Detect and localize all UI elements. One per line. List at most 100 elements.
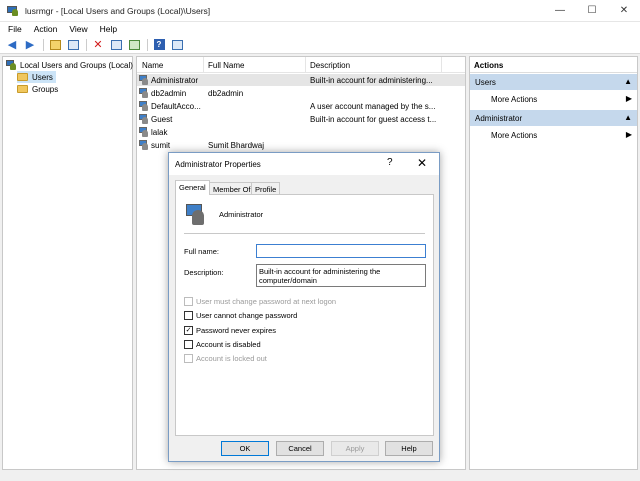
tree-root[interactable]: Local Users and Groups (Local): [6, 59, 133, 71]
toolbar-divider: [43, 38, 44, 51]
menu-view[interactable]: View: [63, 24, 93, 34]
more-actions-users-label: More Actions: [491, 95, 538, 104]
divider: [184, 233, 425, 234]
collapse-icon[interactable]: ▲: [624, 77, 632, 86]
tab-member-of[interactable]: Member Of: [209, 182, 255, 194]
show-hide-tree-icon[interactable]: [65, 38, 81, 52]
delete-icon[interactable]: ✕: [90, 38, 106, 52]
more-actions-users[interactable]: More Actions ▶: [470, 91, 637, 107]
checkbox-box: [184, 339, 193, 349]
checkbox-box: [184, 310, 193, 320]
checkbox-label: User cannot change password: [196, 310, 298, 320]
column-header-description[interactable]: Description: [310, 61, 350, 70]
checkbox-box: [184, 296, 193, 306]
actions-section-administrator-label: Administrator: [475, 114, 523, 123]
user-icon: [139, 75, 149, 85]
actions-section-administrator[interactable]: Administrator ▲: [470, 110, 637, 126]
account-disabled-checkbox[interactable]: Account is disabled: [184, 339, 261, 349]
row-name: Guest: [151, 115, 173, 124]
properties-icon[interactable]: [108, 38, 124, 52]
menu-bar: File Action View Help: [0, 22, 640, 36]
table-row[interactable]: sumit Sumit Bhardwaj: [137, 139, 465, 151]
tab-profile[interactable]: Profile: [251, 182, 281, 194]
submenu-arrow-icon: ▶: [625, 130, 632, 139]
column-divider[interactable]: [305, 57, 306, 73]
users-groups-icon: [6, 60, 17, 70]
cannot-change-password-checkbox[interactable]: User cannot change password: [184, 310, 297, 320]
collapse-icon[interactable]: ▲: [624, 113, 632, 122]
checkbox-label: Account is locked out: [196, 353, 267, 363]
title-bar: lusrmgr - [Local Users and Groups (Local…: [0, 0, 640, 22]
ok-button[interactable]: OK: [221, 441, 269, 456]
row-description: Built-in account for guest access t...: [310, 115, 437, 124]
tree-item-users-label: Users: [32, 72, 53, 82]
column-divider[interactable]: [203, 57, 204, 73]
general-tab-panel: Administrator Full name: Description: Bu…: [175, 194, 434, 436]
password-never-expires-checkbox[interactable]: ✓ Password never expires: [184, 325, 276, 335]
user-icon: [139, 140, 149, 150]
menu-help[interactable]: Help: [94, 24, 123, 34]
window-title: lusrmgr - [Local Users and Groups (Local…: [25, 5, 211, 16]
tree-item-users[interactable]: Users: [17, 71, 56, 83]
user-icon: [139, 88, 149, 98]
full-name-label: Full name:: [184, 247, 220, 256]
show-action-pane-icon[interactable]: [169, 38, 185, 52]
column-header-full-name[interactable]: Full Name: [208, 61, 244, 70]
up-folder-icon[interactable]: [47, 38, 63, 52]
menu-file[interactable]: File: [0, 24, 28, 34]
checkbox-label: Password never expires: [196, 325, 277, 335]
tree-root-label: Local Users and Groups (Local): [20, 60, 133, 70]
folder-icon: [17, 73, 28, 81]
tab-general[interactable]: General: [175, 180, 210, 195]
must-change-password-checkbox[interactable]: User must change password at next logon: [184, 296, 336, 306]
column-header-name[interactable]: Name: [142, 61, 163, 70]
tree-item-groups[interactable]: Groups: [17, 83, 58, 95]
table-row[interactable]: DefaultAcco... A user account managed by…: [137, 100, 465, 112]
back-icon[interactable]: ◀: [4, 38, 20, 52]
table-row[interactable]: Guest Built-in account for guest access …: [137, 113, 465, 125]
row-name: DefaultAcco...: [151, 102, 201, 111]
dialog-help-button[interactable]: ?: [387, 157, 393, 168]
actions-pane: Actions Users ▲ More Actions ▶ Administr…: [469, 56, 638, 470]
more-actions-administrator-label: More Actions: [491, 131, 538, 140]
help-button[interactable]: Help: [385, 441, 433, 456]
checkbox-label: Account is disabled: [196, 339, 261, 349]
table-row[interactable]: db2admin db2admin: [137, 87, 465, 99]
row-name: lalak: [151, 128, 168, 137]
row-description: A user account managed by the s...: [310, 102, 436, 111]
checkmark-icon: ✓: [184, 325, 193, 335]
folder-icon: [17, 85, 28, 93]
toolbar-divider: [147, 38, 148, 51]
description-field[interactable]: Built-in account for administering the c…: [256, 264, 426, 287]
table-row[interactable]: lalak: [137, 126, 465, 138]
account-locked-checkbox[interactable]: Account is locked out: [184, 353, 267, 363]
forward-icon[interactable]: ▶: [22, 38, 38, 52]
row-description: Built-in account for administering...: [310, 76, 433, 85]
menu-action[interactable]: Action: [28, 24, 64, 34]
row-name: sumit: [151, 141, 171, 150]
app-icon: [7, 5, 19, 17]
cancel-button[interactable]: Cancel: [276, 441, 324, 456]
dialog-title-bar: Administrator Properties ? ✕: [169, 153, 439, 175]
row-full-name: Sumit Bhardwaj: [208, 141, 265, 150]
more-actions-administrator[interactable]: More Actions ▶: [470, 127, 637, 143]
full-name-field[interactable]: [256, 244, 426, 258]
actions-title: Actions: [470, 57, 637, 73]
apply-button[interactable]: Apply: [331, 441, 379, 456]
minimize-button[interactable]: —: [544, 0, 576, 22]
table-row[interactable]: Administrator Built-in account for admin…: [137, 74, 465, 86]
maximize-button[interactable]: ☐: [576, 0, 608, 22]
row-full-name: db2admin: [208, 89, 244, 98]
user-icon: [186, 204, 208, 226]
actions-section-users-label: Users: [475, 78, 496, 87]
close-button[interactable]: ✕: [608, 0, 640, 22]
column-divider[interactable]: [441, 57, 442, 73]
user-icon: [139, 127, 149, 137]
export-list-icon[interactable]: [126, 38, 142, 52]
properties-dialog: Administrator Properties ? ✕ General Mem…: [168, 152, 440, 462]
dialog-close-button[interactable]: ✕: [417, 156, 427, 170]
actions-section-users[interactable]: Users ▲: [470, 74, 637, 90]
checkbox-box: [184, 353, 193, 363]
help-icon[interactable]: ?: [151, 38, 167, 52]
toolbar: ◀ ▶ ✕ ?: [0, 36, 640, 54]
